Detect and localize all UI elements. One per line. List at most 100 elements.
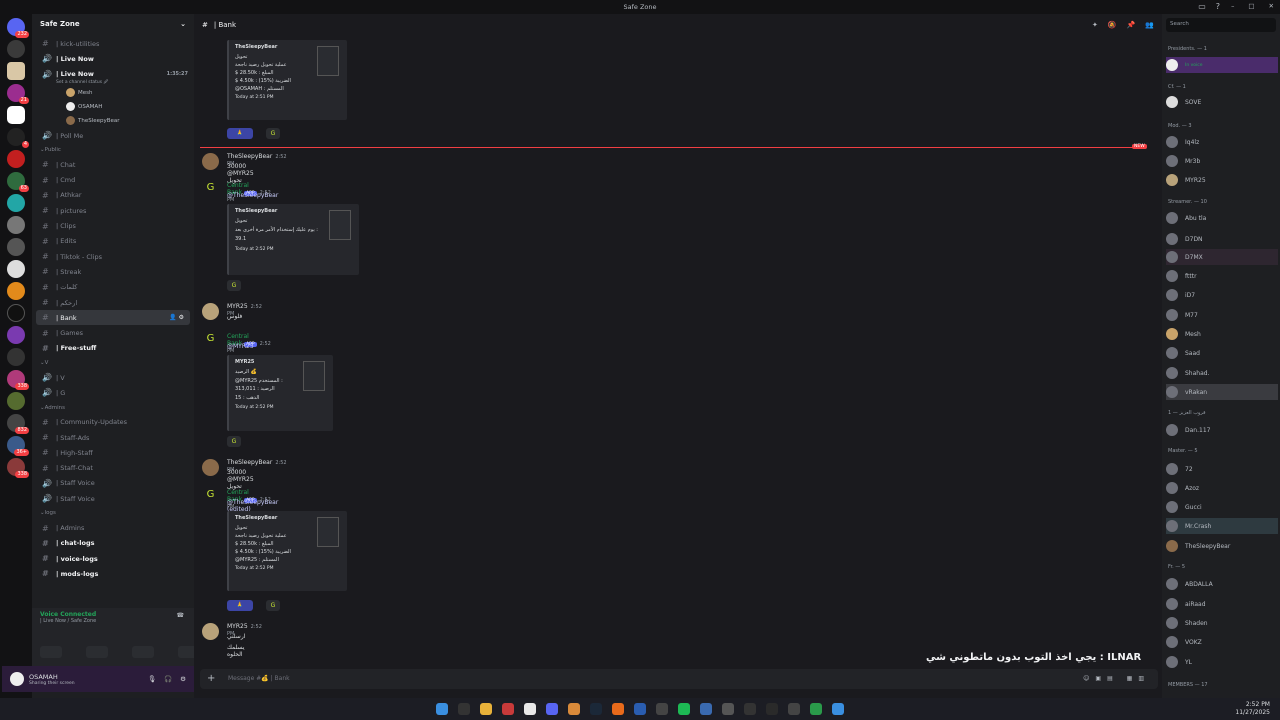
- app-icon[interactable]: [744, 703, 756, 715]
- close-button[interactable]: ✕: [1269, 2, 1274, 10]
- member-item[interactable]: M77: [1166, 307, 1278, 323]
- member-item[interactable]: In voice: [1166, 57, 1278, 73]
- mic-icon[interactable]: 🎙: [148, 675, 156, 683]
- member-item[interactable]: Saad: [1166, 345, 1278, 361]
- windows-start-icon[interactable]: [436, 703, 448, 715]
- member-item[interactable]: D7MX: [1166, 249, 1278, 265]
- member-item[interactable]: Mesh: [1166, 326, 1278, 342]
- app-icon[interactable]: [502, 703, 514, 715]
- steam-icon[interactable]: [590, 703, 602, 715]
- server-icon[interactable]: [7, 106, 25, 124]
- server-icon[interactable]: 4: [7, 128, 29, 148]
- member-item[interactable]: iD7: [1166, 287, 1278, 303]
- member-item[interactable]: VOKZ: [1166, 634, 1278, 650]
- voice-location[interactable]: | Live Now / Safe Zone: [32, 618, 194, 624]
- member-item[interactable]: vRakan: [1166, 384, 1278, 400]
- channel-games[interactable]: # | Games: [32, 325, 194, 340]
- member-item[interactable]: ABDALLA: [1166, 576, 1278, 592]
- avatar[interactable]: [202, 459, 219, 476]
- member-item[interactable]: Azoz: [1166, 480, 1278, 496]
- minimize-button[interactable]: –: [1231, 2, 1234, 10]
- member-item[interactable]: Shahad.: [1166, 365, 1278, 381]
- message-input[interactable]: + Message #💰 | Bank ☺▣▤ ▦▥: [200, 669, 1158, 689]
- avatar[interactable]: [10, 672, 24, 686]
- channel-high-staff[interactable]: # | High-Staff: [32, 445, 194, 460]
- search-input[interactable]: Search: [1166, 18, 1276, 32]
- message-author[interactable]: TheSleepyBear: [227, 459, 272, 466]
- avatar[interactable]: G: [202, 489, 219, 506]
- member-item[interactable]: MYR25: [1166, 172, 1278, 188]
- member-item[interactable]: Dan.117: [1166, 422, 1278, 438]
- server-icon[interactable]: [7, 216, 25, 234]
- spotify-icon[interactable]: [678, 703, 690, 715]
- reaction[interactable]: G: [266, 600, 280, 611]
- server-icon[interactable]: [7, 194, 25, 212]
- member-item[interactable]: Mr.Crash: [1166, 518, 1278, 534]
- emoji-icon[interactable]: ☺▣▤ ▦▥: [1083, 669, 1150, 689]
- server-icon[interactable]: 338: [7, 458, 29, 478]
- channel-cmd[interactable]: # | Cmd: [32, 172, 194, 187]
- reaction[interactable]: G: [227, 280, 241, 291]
- channel-clips[interactable]: # | Clips: [32, 218, 194, 233]
- server-icon[interactable]: [7, 260, 25, 278]
- channel-bank[interactable]: # | Bank 👤 ⚙: [36, 310, 190, 326]
- voice-user[interactable]: TheSleepyBear: [32, 114, 194, 128]
- plus-icon[interactable]: +: [207, 669, 215, 689]
- avatar[interactable]: [202, 303, 219, 320]
- channel-tiktok-clips[interactable]: # | Tiktok - Clips: [32, 249, 194, 264]
- channel-athkar[interactable]: # | Athkar: [32, 188, 194, 203]
- server-icon[interactable]: 21: [7, 84, 29, 104]
- search-icon[interactable]: [458, 703, 470, 715]
- member-item[interactable]: Gucci: [1166, 499, 1278, 515]
- server-icon[interactable]: 338: [7, 370, 29, 390]
- voice-channel-g[interactable]: 🔊 | G: [32, 385, 194, 400]
- app-icon[interactable]: [656, 703, 668, 715]
- help-icon[interactable]: ?: [1216, 2, 1220, 11]
- member-item[interactable]: ftttr: [1166, 268, 1278, 284]
- member-item[interactable]: 72: [1166, 461, 1278, 477]
- voice-channel-live-now[interactable]: 🔊 | Live Now: [32, 51, 194, 66]
- app-icon[interactable]: [810, 703, 822, 715]
- message-author[interactable]: MYR25: [227, 623, 248, 630]
- member-item[interactable]: Mr3b: [1166, 153, 1278, 169]
- member-item[interactable]: aiRaad: [1166, 596, 1278, 612]
- channel-staff-chat[interactable]: # | Staff-Chat: [32, 461, 194, 476]
- channel-kick-utilities[interactable]: # | kick-utilities: [32, 36, 194, 51]
- channel-community-updates[interactable]: # | Community-Updates: [32, 415, 194, 430]
- members-icon[interactable]: 👥: [1145, 21, 1154, 29]
- maximize-button[interactable]: □: [1248, 2, 1254, 10]
- voice-user[interactable]: Mesh: [32, 86, 194, 100]
- server-icon[interactable]: [7, 150, 25, 168]
- app-icon[interactable]: [832, 703, 844, 715]
- app-icon[interactable]: [788, 703, 800, 715]
- app-icon[interactable]: [766, 703, 778, 715]
- member-item[interactable]: YL: [1166, 654, 1278, 670]
- channel-rule[interactable]: # | ارحكم: [32, 295, 194, 310]
- channel-pictures[interactable]: # | pictures: [32, 203, 194, 218]
- avatar[interactable]: G: [202, 333, 219, 350]
- category-v[interactable]: ⌄ V: [32, 356, 194, 370]
- category-admins[interactable]: ⌄ Admins: [32, 401, 194, 415]
- message-author[interactable]: MYR25: [227, 303, 248, 310]
- clock[interactable]: 2:52 PM 11/27/2025: [1235, 701, 1270, 717]
- reaction[interactable]: 🙏: [227, 600, 253, 611]
- voice-user[interactable]: OSAMAH: [32, 100, 194, 114]
- reaction[interactable]: 🙏: [227, 128, 253, 139]
- member-item[interactable]: TheSleepyBear: [1166, 538, 1278, 554]
- avatar[interactable]: [202, 153, 219, 170]
- voice-channel-staff[interactable]: 🔊 | Staff Voice: [32, 476, 194, 491]
- app-icon[interactable]: [722, 703, 734, 715]
- screen-share-button[interactable]: [86, 646, 108, 658]
- file-explorer-icon[interactable]: [480, 703, 492, 715]
- mute-icon[interactable]: 🔕: [1108, 21, 1117, 29]
- channel-staff-ads[interactable]: # | Staff-Ads: [32, 430, 194, 445]
- server-icon[interactable]: 63: [7, 172, 29, 192]
- channel-voice-logs[interactable]: # | voice-logs: [32, 551, 194, 566]
- app-icon[interactable]: [568, 703, 580, 715]
- camera-button[interactable]: [40, 646, 62, 658]
- server-icon[interactable]: [7, 304, 25, 322]
- channel-chat-logs[interactable]: # | chat-logs: [32, 536, 194, 551]
- category-public[interactable]: ⌄ Public: [32, 143, 194, 157]
- avatar[interactable]: G: [202, 182, 219, 199]
- channel-admins-log[interactable]: # | Admins: [32, 520, 194, 535]
